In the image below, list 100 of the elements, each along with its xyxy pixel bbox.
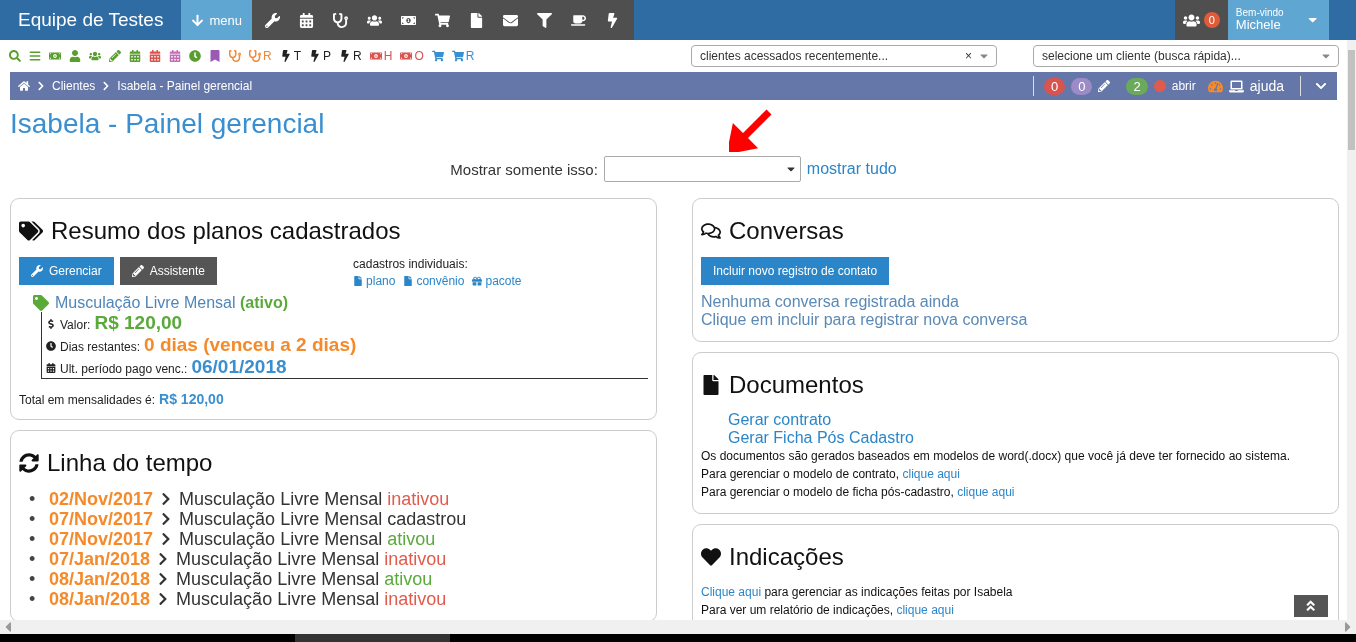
timeline-entry: Musculação Livre Mensal inativou xyxy=(176,589,447,609)
chevron-icon[interactable] xyxy=(1315,80,1327,92)
empty-message: Nenhuma conversa registrada ainda xyxy=(701,293,960,311)
timeline-date: 02/Nov/2017 xyxy=(49,489,154,509)
filter-label: Mostrar somente isso: xyxy=(450,160,598,178)
scroll-thumb[interactable] xyxy=(295,634,450,642)
field-value: 06/01/2018 xyxy=(191,356,287,378)
card-title: Resumo dos planos cadastrados xyxy=(51,217,401,245)
field-value: R$ 120,00 xyxy=(94,312,183,334)
cart-icon[interactable] xyxy=(430,50,445,62)
notification-count: 0 xyxy=(1203,12,1220,28)
user-icon[interactable] xyxy=(68,50,82,62)
user-name: Michele xyxy=(1235,18,1281,33)
timeline-date: 07/Jan/2018 xyxy=(49,549,151,569)
individual-label: cadastros individuais: xyxy=(353,257,469,271)
calendar-icon xyxy=(46,363,56,373)
bolt-icon xyxy=(309,50,321,62)
clock-icon xyxy=(46,341,56,351)
assistant-button[interactable]: Assistente xyxy=(119,257,218,285)
card-title: Conversas xyxy=(729,217,844,245)
breadcrumb-link[interactable]: Isabela - Painel gerencial xyxy=(117,79,253,93)
toolbar-shortcut[interactable]: P xyxy=(308,49,333,63)
timeline-entry: Musculação Livre Mensal ativou xyxy=(176,569,433,589)
bookmark-icon[interactable] xyxy=(208,50,222,62)
timeline-entry: Musculação Livre Mensal inativou xyxy=(179,489,450,509)
user-menu[interactable]: Bem-vindo Michele xyxy=(1227,0,1329,40)
link[interactable]: clique aqui xyxy=(902,465,960,483)
gift-icon xyxy=(472,276,483,286)
link[interactable]: convênio xyxy=(403,274,465,288)
wrench-icon xyxy=(31,265,43,277)
link[interactable]: plano xyxy=(353,274,396,288)
chat-icon xyxy=(701,221,721,241)
link[interactable]: Clique aqui xyxy=(701,583,762,601)
refresh-icon xyxy=(19,453,39,473)
breadcrumb-link[interactable]: Clientes xyxy=(52,79,96,93)
stethoscope-icon xyxy=(249,50,261,62)
vertical-scrollbar[interactable] xyxy=(1347,40,1356,620)
document-link[interactable]: Gerar contrato xyxy=(728,411,832,429)
link[interactable]: pacote xyxy=(472,274,522,288)
add-contact-button[interactable]: Incluir novo registro de contato xyxy=(701,257,890,285)
help-text: Para ver um relatório de indicações, clique aqui xyxy=(701,601,954,619)
link[interactable]: clique aqui xyxy=(957,483,1015,501)
link[interactable]: abrir xyxy=(1171,79,1196,93)
count-badge[interactable]: 0 xyxy=(1044,77,1066,95)
toolbar-shortcut[interactable]: O xyxy=(399,49,425,63)
app-title: Equipe de Testes xyxy=(17,8,165,32)
bullet: • xyxy=(29,489,37,509)
cart-icon xyxy=(451,50,464,62)
toolbar-shortcut[interactable]: H xyxy=(368,49,394,63)
clear-icon[interactable]: × xyxy=(965,49,972,63)
notifications-button[interactable]: 0 xyxy=(1174,0,1228,40)
timeline-entry: Musculação Livre Mensal inativou xyxy=(176,549,447,569)
timeline-date: 08/Jan/2018 xyxy=(49,589,151,609)
bullet: • xyxy=(29,589,37,609)
card-title: Indicações xyxy=(729,543,844,571)
show-all-link[interactable]: mostrar tudo xyxy=(806,160,897,178)
toolbar-shortcut[interactable]: T xyxy=(278,49,302,63)
help-text: Clique aqui para gerenciar as indicações feitas por Isabela xyxy=(701,583,1013,601)
toolbar-shortcut[interactable]: R xyxy=(338,49,363,63)
chevron-icon xyxy=(36,81,46,91)
documents-note: Os documentos são gerados baseados em modelos de word(.docx) que você já deve ter fornecido ao sistema. xyxy=(701,448,1290,465)
empty-message: Clique em incluir para registrar nova conversa xyxy=(701,311,1029,329)
bolt-icon xyxy=(339,50,352,62)
plan-name: Musculação Livre Mensal (ativo) xyxy=(55,294,288,312)
arrow-down-icon xyxy=(191,13,205,27)
total-label: Total em mensalidades é: xyxy=(19,393,156,407)
count-badge[interactable]: 0 xyxy=(1071,77,1093,95)
client-select[interactable]: clientes acessados recentemente... × xyxy=(691,45,997,67)
client-select[interactable]: selecione um cliente (busca rápida)... xyxy=(1033,45,1339,67)
list-icon[interactable] xyxy=(28,50,42,62)
scroll-top-button[interactable] xyxy=(1294,595,1328,617)
toolbar-shortcut[interactable]: R xyxy=(450,49,476,63)
count-badge[interactable]: 2 xyxy=(1126,77,1148,95)
manage-button[interactable]: Gerenciar xyxy=(19,257,114,285)
clock-icon[interactable] xyxy=(188,50,202,62)
search-icon[interactable] xyxy=(8,50,22,62)
link[interactable]: ajuda xyxy=(1249,78,1284,94)
horizontal-scrollbar[interactable] xyxy=(0,620,1356,634)
calendar-icon[interactable] xyxy=(148,50,162,62)
filter-select[interactable] xyxy=(603,156,801,182)
home-icon[interactable] xyxy=(18,80,30,92)
file-icon xyxy=(353,276,364,286)
banknote-icon xyxy=(400,50,413,62)
menu-button[interactable]: menu xyxy=(181,0,252,40)
field-label: Valor: xyxy=(60,318,91,332)
pencil-icon[interactable] xyxy=(1098,80,1111,92)
laptop-icon[interactable] xyxy=(1228,78,1244,94)
bolt-icon xyxy=(279,50,292,62)
tags-icon xyxy=(19,219,43,243)
banknote-icon xyxy=(369,50,382,62)
bullet: • xyxy=(29,509,37,529)
pencil-icon[interactable] xyxy=(108,50,122,62)
link[interactable]: clique aqui xyxy=(896,601,954,619)
document-link[interactable]: Gerar Ficha Pós Cadastro xyxy=(728,429,914,447)
heart-icon xyxy=(701,547,721,567)
pencil-icon xyxy=(131,265,144,277)
toolbar-shortcut[interactable]: R xyxy=(248,49,273,63)
timeline-date: 08/Jan/2018 xyxy=(49,569,151,589)
bullet: • xyxy=(29,529,37,549)
field-value: 0 dias (venceu a 2 dias) xyxy=(144,334,357,356)
